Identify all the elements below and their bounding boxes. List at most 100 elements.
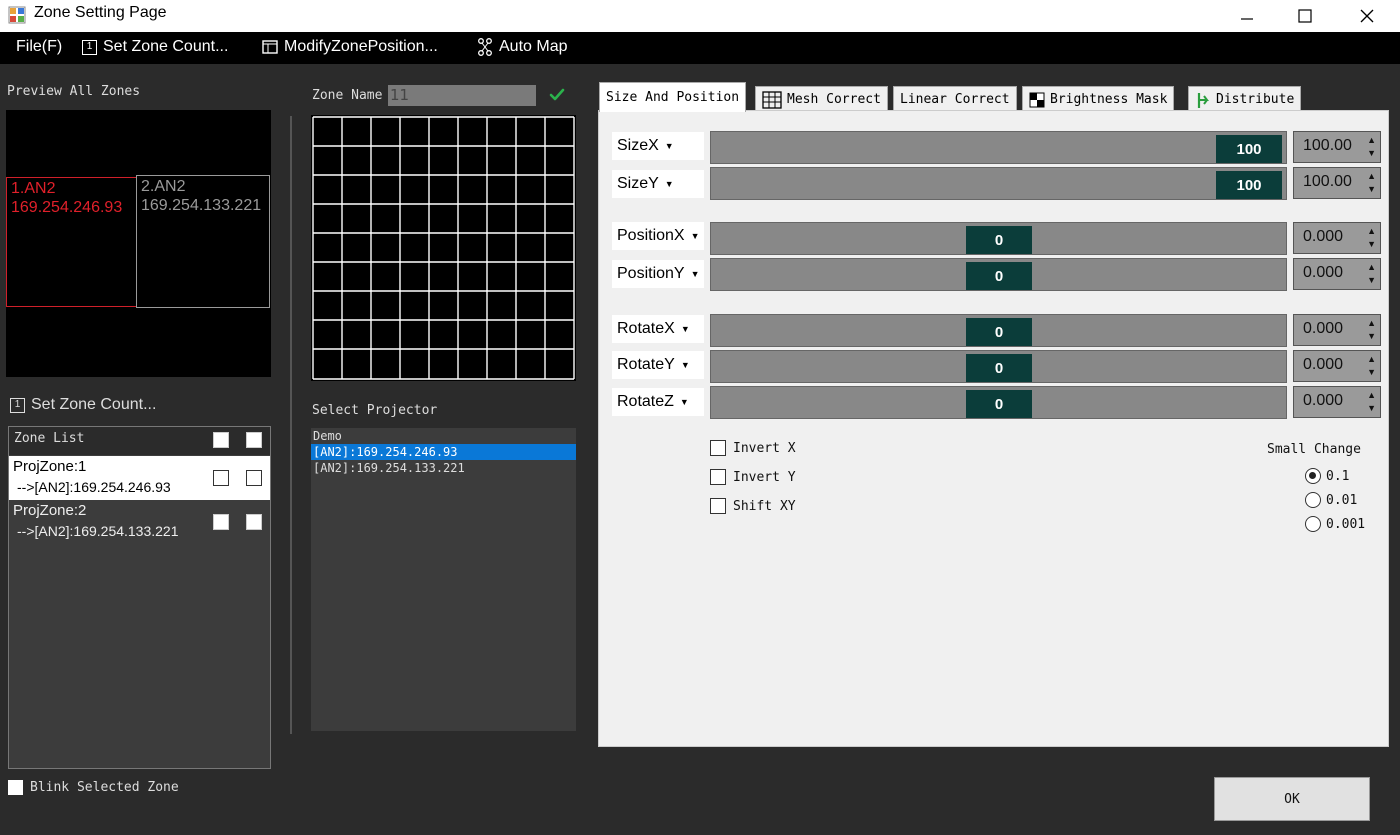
rotatez-dropdown[interactable]: RotateZ ▼ bbox=[612, 388, 704, 416]
rotatex-dropdown[interactable]: RotateX ▼ bbox=[612, 315, 704, 343]
rotatey-spinbox[interactable]: 0.000 ▲ ▼ bbox=[1293, 350, 1381, 382]
radio-button[interactable] bbox=[1305, 492, 1321, 508]
blink-selected-zone-checkbox[interactable]: Blink Selected Zone bbox=[8, 780, 179, 795]
sizex-spinbox[interactable]: 100.00 ▲ ▼ bbox=[1293, 131, 1381, 163]
spin-arrows-icon[interactable]: ▲ ▼ bbox=[1367, 389, 1376, 415]
small-change-label: Small Change bbox=[1267, 442, 1361, 457]
menu-set-zone-count[interactable]: 1 Set Zone Count... bbox=[82, 38, 228, 56]
rotatez-slider-thumb[interactable]: 0 bbox=[966, 390, 1032, 418]
preview-zone-2[interactable]: 2.AN2 169.254.133.221 bbox=[136, 175, 270, 308]
tab-linear-correct[interactable]: Linear Correct bbox=[893, 86, 1017, 112]
set-zone-count-button[interactable]: 1 Set Zone Count... bbox=[10, 396, 156, 414]
zone-checkbox-2[interactable] bbox=[246, 470, 262, 486]
projector-item[interactable]: [AN2]:169.254.133.221 bbox=[311, 460, 576, 476]
positiony-label: PositionY bbox=[617, 265, 685, 282]
sizex-slider-thumb[interactable]: 100 bbox=[1216, 135, 1282, 163]
positionx-slider[interactable]: 0 bbox=[710, 222, 1287, 255]
tab-brightness-mask[interactable]: Brightness Mask bbox=[1022, 86, 1175, 112]
menu-modify-zone-position[interactable]: ModifyZonePosition... bbox=[262, 38, 438, 56]
menu-file[interactable]: File(F) bbox=[16, 38, 62, 56]
positiony-slider[interactable]: 0 bbox=[710, 258, 1287, 291]
sizey-spinbox[interactable]: 100.00 ▲ ▼ bbox=[1293, 167, 1381, 199]
checkbox-box[interactable] bbox=[710, 469, 726, 485]
small-change-radio-0.001[interactable]: 0.001 bbox=[1305, 516, 1365, 532]
rotatex-slider[interactable]: 0 bbox=[710, 314, 1287, 347]
radio-button[interactable] bbox=[1305, 468, 1321, 484]
sizey-dropdown[interactable]: SizeY ▼ bbox=[612, 170, 704, 198]
blink-checkbox-box[interactable] bbox=[8, 780, 23, 795]
sizex-dropdown[interactable]: SizeX ▼ bbox=[612, 132, 704, 160]
rotatex-spinbox[interactable]: 0.000 ▲ ▼ bbox=[1293, 314, 1381, 346]
window-title: Zone Setting Page bbox=[34, 4, 167, 21]
sizey-slider[interactable]: 100 bbox=[710, 167, 1287, 200]
zone-checkbox-1[interactable] bbox=[213, 470, 229, 486]
zone-item-title: ProjZone:1 bbox=[13, 458, 87, 475]
invert-y-checkbox[interactable]: Invert Y bbox=[710, 469, 796, 485]
tab-label: Linear Correct bbox=[900, 92, 1010, 107]
rotatey-slider-thumb[interactable]: 0 bbox=[966, 354, 1032, 382]
rotatez-spinbox[interactable]: 0.000 ▲ ▼ bbox=[1293, 386, 1381, 418]
header-checkbox-1[interactable] bbox=[213, 432, 229, 448]
positiony-slider-thumb[interactable]: 0 bbox=[966, 262, 1032, 290]
menu-bar: File(F) 1 Set Zone Count... ModifyZonePo… bbox=[0, 32, 1400, 64]
shift-xy-checkbox[interactable]: Shift XY bbox=[710, 498, 796, 514]
spin-arrows-icon[interactable]: ▲ ▼ bbox=[1367, 317, 1376, 343]
menu-auto-map[interactable]: Auto Map bbox=[477, 38, 567, 56]
positionx-spinbox[interactable]: 0.000 ▲ ▼ bbox=[1293, 222, 1381, 254]
zone-list-item[interactable]: ProjZone:1 -->[AN2]:169.254.246.93 bbox=[9, 456, 270, 500]
rotatez-slider[interactable]: 0 bbox=[710, 386, 1287, 419]
rotatey-value: 0.000 bbox=[1303, 356, 1344, 373]
zone-checkbox-2[interactable] bbox=[246, 514, 262, 530]
menu-auto-map-label: Auto Map bbox=[499, 38, 568, 55]
select-projector-label: Select Projector bbox=[312, 403, 438, 418]
positiony-spinbox[interactable]: 0.000 ▲ ▼ bbox=[1293, 258, 1381, 290]
checker-icon bbox=[1029, 92, 1045, 107]
small-change-radio-0.01[interactable]: 0.01 bbox=[1305, 492, 1357, 508]
checkbox-box[interactable] bbox=[710, 498, 726, 514]
sizey-slider-thumb[interactable]: 100 bbox=[1216, 171, 1282, 199]
spin-arrows-icon[interactable]: ▲ ▼ bbox=[1367, 170, 1376, 196]
sizex-slider[interactable]: 100 bbox=[710, 131, 1287, 164]
preview-zone-1[interactable]: 1.AN2 169.254.246.93 bbox=[6, 177, 137, 307]
chevron-down-icon: ▼ bbox=[690, 269, 700, 279]
header-checkbox-2[interactable] bbox=[246, 432, 262, 448]
maximize-button[interactable] bbox=[1282, 0, 1328, 32]
tab-distribute[interactable]: Distribute bbox=[1188, 86, 1302, 112]
positionx-dropdown[interactable]: PositionX ▼ bbox=[612, 222, 704, 250]
spin-arrows-icon[interactable]: ▲ ▼ bbox=[1367, 134, 1376, 160]
positionx-slider-thumb[interactable]: 0 bbox=[966, 226, 1032, 254]
rotatey-slider[interactable]: 0 bbox=[710, 350, 1287, 383]
positiony-dropdown[interactable]: PositionY ▼ bbox=[612, 260, 704, 288]
close-button[interactable] bbox=[1344, 0, 1390, 32]
zone-checkbox-1[interactable] bbox=[213, 514, 229, 530]
minimize-icon bbox=[1241, 18, 1253, 20]
radio-button[interactable] bbox=[1305, 516, 1321, 532]
check-icon[interactable] bbox=[548, 86, 566, 104]
checkbox-box[interactable] bbox=[710, 440, 726, 456]
ok-button[interactable]: OK bbox=[1214, 777, 1370, 821]
minimize-button[interactable] bbox=[1224, 0, 1270, 32]
network-icon bbox=[478, 38, 492, 56]
tab-mesh-correct[interactable]: Mesh Correct bbox=[755, 86, 888, 112]
zone-item-title: ProjZone:2 bbox=[13, 502, 87, 519]
rotatex-value: 0.000 bbox=[1303, 320, 1344, 337]
rotatey-dropdown[interactable]: RotateY ▼ bbox=[612, 351, 704, 379]
menu-modify-zone-position-label: ModifyZonePosition... bbox=[284, 38, 438, 55]
rotatex-slider-thumb[interactable]: 0 bbox=[966, 318, 1032, 346]
spin-arrows-icon[interactable]: ▲ ▼ bbox=[1367, 353, 1376, 379]
mesh-grid-preview[interactable] bbox=[311, 115, 576, 381]
positiony-value: 0.000 bbox=[1303, 264, 1344, 281]
spin-arrows-icon[interactable]: ▲ ▼ bbox=[1367, 261, 1376, 287]
tab-size-position[interactable]: Size And Position bbox=[599, 82, 747, 112]
zone-list-item[interactable]: ProjZone:2 -->[AN2]:169.254.133.221 bbox=[9, 500, 270, 544]
zone-list-header: Zone List bbox=[9, 427, 270, 455]
spin-arrows-icon[interactable]: ▲ ▼ bbox=[1367, 225, 1376, 251]
projector-item[interactable]: [AN2]:169.254.246.93 bbox=[311, 444, 576, 460]
close-icon bbox=[1360, 9, 1374, 23]
invert-x-checkbox[interactable]: Invert X bbox=[710, 440, 796, 456]
zone-name-input[interactable]: 11 bbox=[388, 85, 536, 106]
small-change-radio-0.1[interactable]: 0.1 bbox=[1305, 468, 1349, 484]
maximize-icon bbox=[1298, 9, 1312, 23]
radio-label: 0.01 bbox=[1326, 492, 1358, 508]
grid-icon bbox=[762, 90, 782, 109]
